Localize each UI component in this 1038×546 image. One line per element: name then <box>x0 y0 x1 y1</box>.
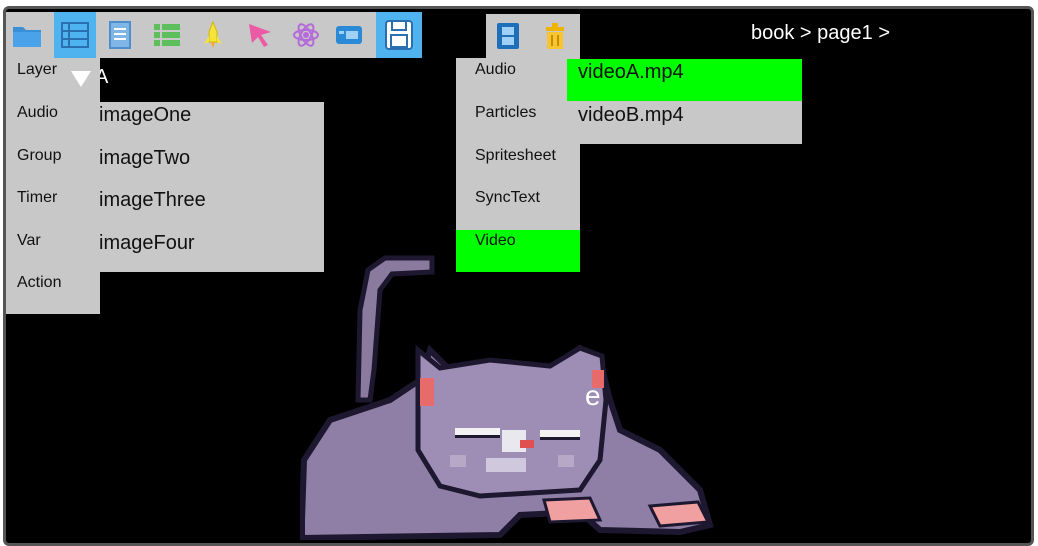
rocket-icon[interactable] <box>192 12 234 58</box>
left-menu: Layer Audio Group Timer Var Action <box>6 58 100 314</box>
cat-sprite-image[interactable] <box>300 250 720 540</box>
media-menu: Audio Particles Spritesheet SyncText Vid… <box>456 58 580 272</box>
menu-item-group[interactable]: Group <box>6 147 100 165</box>
chevron-down-icon[interactable] <box>70 70 92 88</box>
atom-icon[interactable] <box>285 12 327 58</box>
canvas-text-fragment: e <box>585 380 601 411</box>
media-item-spritesheet[interactable]: Spritesheet <box>456 147 580 187</box>
video-submenu: videoA.mp4 videoB.mp4 <box>567 59 802 144</box>
trash-icon[interactable] <box>532 14 578 58</box>
menu-item-audio[interactable]: Audio <box>6 104 100 122</box>
folder-icon[interactable] <box>6 12 48 58</box>
list-icon[interactable] <box>54 12 96 58</box>
image-item-four[interactable]: imageFour <box>88 232 324 255</box>
image-item-two[interactable]: imageTwo <box>88 147 324 170</box>
page-icon[interactable] <box>99 12 141 58</box>
film-icon[interactable] <box>486 14 530 58</box>
menu-item-action[interactable]: Action <box>6 274 100 292</box>
menu-item-var[interactable]: Var <box>6 232 100 250</box>
media-item-video[interactable]: Video <box>456 230 580 272</box>
media-item-audio[interactable]: Audio <box>456 61 580 101</box>
table-icon[interactable] <box>146 12 188 58</box>
media-toolbar <box>486 14 580 58</box>
cursor-icon[interactable] <box>239 12 281 58</box>
image-item-one[interactable]: imageOne <box>88 104 324 127</box>
media-item-synctext[interactable]: SyncText <box>456 189 580 229</box>
video-item-b[interactable]: videoB.mp4 <box>567 104 802 127</box>
image-item-three[interactable]: imageThree <box>88 189 324 212</box>
card-icon[interactable] <box>328 12 370 58</box>
video-item-a[interactable]: videoA.mp4 <box>567 59 802 101</box>
image-submenu: imageOne imageTwo imageThree imageFour <box>88 102 324 272</box>
main-toolbar <box>6 12 422 58</box>
save-page-icon[interactable] <box>376 12 422 58</box>
menu-item-timer[interactable]: Timer <box>6 189 100 207</box>
breadcrumb: book > page1 > <box>751 22 891 44</box>
media-item-particles[interactable]: Particles <box>456 104 580 144</box>
